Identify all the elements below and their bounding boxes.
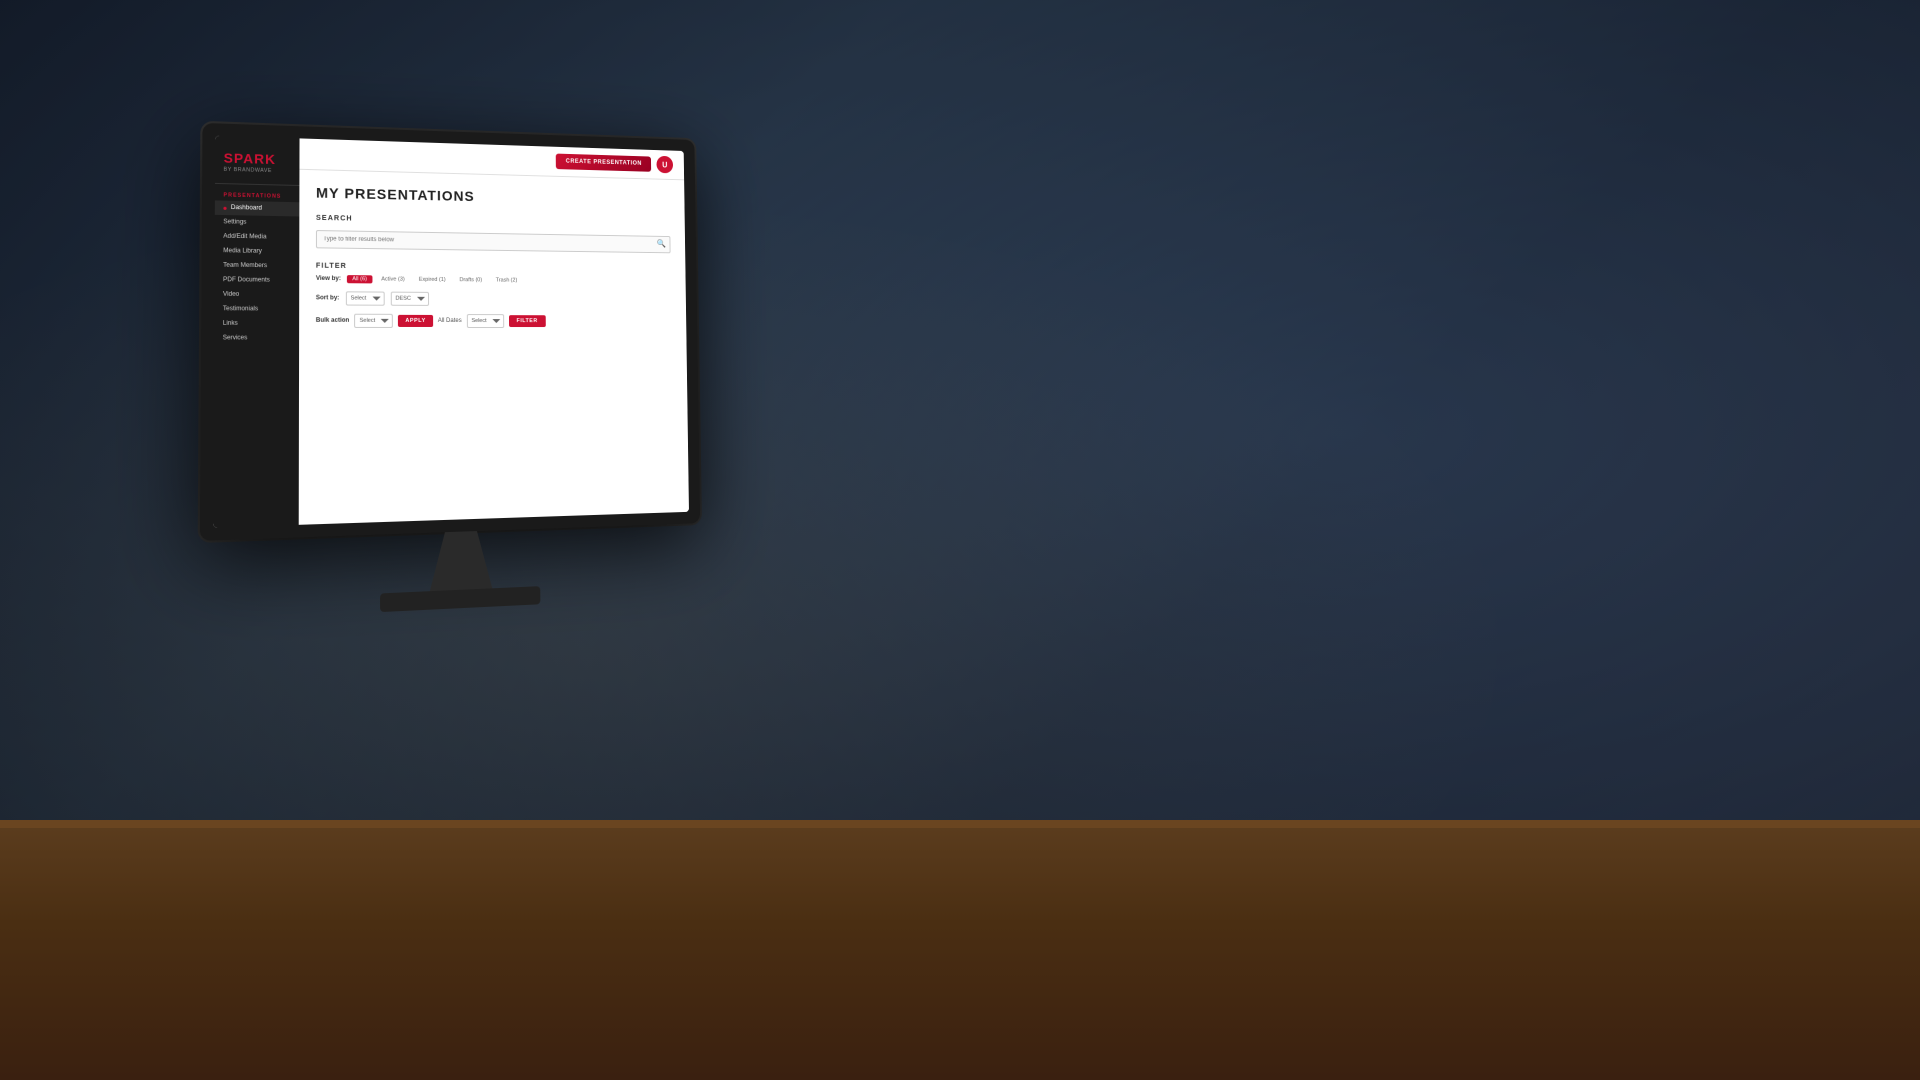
app-logo: SPARK BY BRANDWAVE	[215, 144, 300, 186]
sidebar-item-services[interactable]: Services	[214, 331, 299, 346]
app-main: CREATE PRESENTATION U MY PRESENTATIONS S…	[299, 138, 689, 524]
sidebar-label-services: Services	[223, 335, 248, 341]
page-title: MY PRESENTATIONS	[316, 184, 670, 208]
filter-view-by-row: View by: All (6) Active (3) Expired (1) …	[316, 275, 671, 286]
sidebar-label-add-edit-media: Add/Edit Media	[223, 234, 266, 241]
sort-order-select[interactable]: DESC	[390, 292, 428, 306]
sidebar-label-links: Links	[223, 321, 238, 327]
view-by-label: View by:	[316, 276, 341, 282]
filter-section: FILTER View by: All (6) Active (3) Expir…	[316, 263, 672, 329]
search-section-label: SEARCH	[316, 215, 670, 229]
user-avatar[interactable]: U	[656, 156, 673, 174]
monitor-scene: SPARK BY BRANDWAVE PRESENTATIONS Dashboa…	[200, 123, 700, 541]
filter-tag-drafts[interactable]: Drafts (0)	[455, 276, 487, 284]
filter-tag-active[interactable]: Active (3)	[376, 275, 410, 283]
logo-sp: SP	[224, 150, 244, 166]
filter-tag-expired[interactable]: Expired (1)	[414, 276, 451, 284]
app-sidebar: SPARK BY BRANDWAVE PRESENTATIONS Dashboa…	[213, 136, 300, 528]
search-icon: 🔍	[657, 239, 666, 248]
search-box: 🔍	[316, 227, 671, 253]
apply-button[interactable]: APPLY	[398, 315, 433, 327]
logo-ark: ARK	[243, 151, 276, 167]
sidebar-active-dot	[223, 206, 226, 209]
sidebar-label-testimonials: Testimonials	[223, 306, 258, 312]
sidebar-label-media-library: Media Library	[223, 248, 262, 255]
filter-button[interactable]: FILTER	[509, 315, 546, 327]
filter-tag-all[interactable]: All (6)	[347, 275, 372, 283]
sidebar-item-media-library[interactable]: Media Library	[215, 244, 300, 260]
bulk-action-row: Bulk action Select APPLY All Dates Selec…	[316, 314, 672, 328]
sidebar-label-pdf-documents: PDF Documents	[223, 277, 270, 284]
all-dates-label: All Dates	[438, 318, 462, 324]
bulk-action-select[interactable]: Select	[354, 314, 393, 328]
sidebar-item-team-members[interactable]: Team Members	[214, 258, 299, 273]
monitor-bezel: SPARK BY BRANDWAVE PRESENTATIONS Dashboa…	[200, 123, 700, 541]
filter-section-label: FILTER	[316, 263, 671, 274]
sidebar-item-dashboard[interactable]: Dashboard	[215, 200, 300, 216]
sort-label: Sort by:	[316, 295, 339, 301]
bulk-action-label: Bulk action	[316, 318, 349, 324]
sidebar-item-links[interactable]: Links	[214, 316, 299, 331]
sort-select[interactable]: Select	[346, 291, 385, 305]
date-select[interactable]: Select	[467, 314, 504, 328]
create-presentation-button[interactable]: CREATE PRESENTATION	[556, 154, 651, 172]
app-content: MY PRESENTATIONS SEARCH 🔍 FILTER View by…	[299, 170, 689, 525]
sidebar-item-settings[interactable]: Settings	[215, 215, 300, 231]
sidebar-item-pdf-documents[interactable]: PDF Documents	[214, 273, 299, 288]
sidebar-label-dashboard: Dashboard	[231, 205, 262, 212]
search-input[interactable]	[316, 230, 671, 253]
logo-sub: BY BRANDWAVE	[224, 167, 292, 175]
sidebar-item-add-edit-media[interactable]: Add/Edit Media	[215, 229, 300, 245]
sidebar-label-team-members: Team Members	[223, 263, 267, 270]
sidebar-label-video: Video	[223, 292, 239, 298]
sidebar-item-video[interactable]: Video	[214, 287, 299, 302]
filter-tag-trash[interactable]: Trash (2)	[491, 276, 522, 284]
sidebar-label-settings: Settings	[223, 219, 246, 226]
logo-text: SPARK	[224, 150, 292, 167]
desk	[0, 820, 1920, 1080]
sort-row: Sort by: Select DESC	[316, 291, 671, 307]
monitor-screen: SPARK BY BRANDWAVE PRESENTATIONS Dashboa…	[213, 136, 689, 528]
sidebar-item-testimonials[interactable]: Testimonials	[214, 302, 299, 317]
